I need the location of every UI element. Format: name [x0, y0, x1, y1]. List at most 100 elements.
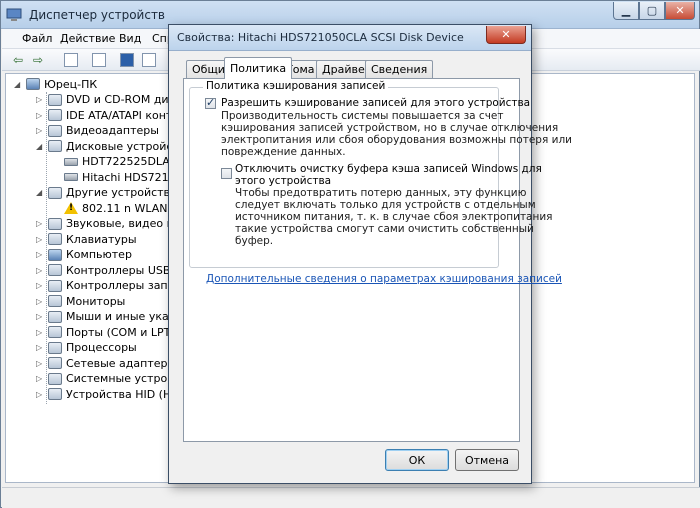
expand-arrow-icon[interactable]: ◢ — [36, 142, 46, 151]
tree-item-label: Юрец-ПК — [44, 77, 98, 91]
tree-item-label: Контроллеры USB — [66, 263, 171, 277]
tree-item[interactable]: ◢ Другие устройства — [36, 185, 177, 201]
tree-item[interactable]: ▷ Мониторы — [36, 293, 125, 309]
expand-arrow-icon[interactable]: ▷ — [36, 359, 46, 368]
usb-icon — [48, 264, 62, 276]
expand-arrow-icon[interactable]: ▷ — [36, 374, 46, 383]
tree-item[interactable]: ▷ Порты (COM и LPT) — [36, 324, 175, 340]
expand-arrow-icon[interactable]: ▷ — [36, 390, 46, 399]
disk-drive-icon — [48, 140, 62, 152]
other-devices-icon — [48, 186, 62, 199]
back-arrow-icon[interactable]: ⇦ — [10, 52, 26, 68]
minimize-button[interactable]: ▁ — [613, 2, 639, 20]
tree-item[interactable]: ▷ Контроллеры запоми — [36, 278, 190, 294]
keyboard-icon — [48, 233, 62, 245]
properties-icon[interactable] — [64, 53, 78, 67]
display-adapter-icon — [48, 124, 62, 137]
expand-arrow-icon[interactable]: ◢ — [36, 188, 46, 197]
disable-buffer-flush-label[interactable]: Отключить очистку буфера кэша записей Wi… — [235, 164, 542, 175]
menu-view[interactable]: Вид — [119, 32, 141, 45]
forward-arrow-icon[interactable]: ⇨ — [30, 52, 46, 68]
tree-item[interactable]: ▷ Процессоры — [36, 340, 137, 356]
cancel-button[interactable]: Отмена — [455, 449, 519, 471]
tab-policy[interactable]: Политика — [224, 57, 293, 79]
tree-item[interactable]: ▷ Контроллеры USB — [36, 262, 170, 278]
maximize-button[interactable]: ▢ — [639, 2, 665, 20]
dialog-title: Свойства: Hitachi HDS721050CLA SCSI Disk… — [177, 31, 464, 44]
expand-arrow-icon[interactable]: ▷ — [36, 111, 46, 120]
enable-write-cache-label[interactable]: Разрешить кэширование записей для этого … — [221, 98, 530, 109]
tree-item-label: Другие устройства — [66, 186, 177, 199]
storage-controller-icon — [48, 279, 62, 292]
properties-dialog: Свойства: Hitachi HDS721050CLA SCSI Disk… — [168, 24, 572, 484]
dialog-title-bar[interactable]: Свойства: Hitachi HDS721050CLA SCSI Disk… — [169, 25, 531, 51]
expand-arrow-icon[interactable]: ▷ — [36, 126, 46, 135]
expand-arrow-icon[interactable]: ▷ — [36, 250, 46, 259]
option2-desc-line: такие устройства смогут сами очистить со… — [235, 223, 534, 235]
dvd-icon — [48, 93, 62, 106]
close-icon: ✕ — [501, 28, 511, 41]
expand-arrow-icon[interactable]: ▷ — [36, 328, 46, 337]
option1-desc-line: Производительность системы повышается за… — [221, 110, 504, 122]
tree-scrollbar[interactable] — [683, 73, 695, 483]
tab-details[interactable]: Сведения — [365, 60, 434, 78]
tree-item[interactable]: ▷ IDE ATA/ATAPI контр — [36, 107, 179, 123]
dialog-tabs: Общие Политика Тома Драйвер Сведения — [184, 57, 524, 79]
close-button[interactable]: ✕ — [665, 2, 695, 20]
dialog-close-button[interactable]: ✕ — [486, 26, 526, 44]
ok-button[interactable]: ОК — [385, 449, 449, 471]
expand-arrow-icon[interactable]: ▷ — [36, 297, 46, 306]
tree-item[interactable]: ◢ Юрец-ПК — [14, 76, 97, 92]
close-icon: ✕ — [675, 4, 685, 17]
disable-buffer-flush-label-line2[interactable]: этого устройства — [235, 176, 331, 187]
processor-icon — [48, 341, 62, 354]
update-driver-icon[interactable] — [92, 53, 106, 67]
main-window-title: Диспетчер устройств — [29, 8, 166, 22]
option2-desc-line: следует включать только для устройств с … — [235, 199, 536, 211]
expand-arrow-icon[interactable]: ▷ — [36, 281, 46, 290]
tree-item-label: IDE ATA/ATAPI контр — [66, 108, 180, 122]
enable-write-cache-checkbox[interactable] — [205, 96, 216, 109]
sound-icon — [48, 217, 62, 230]
tree-item[interactable]: ▷ Системные устройст — [36, 371, 187, 387]
monitor-icon — [48, 295, 62, 307]
tree-item-label: Порты (COM и LPT) — [66, 325, 175, 339]
tree-item[interactable]: ▷ Сетевые адаптеры — [36, 355, 176, 371]
hard-drive-icon — [64, 157, 78, 166]
tree-item-label: Мыши и иные указы — [66, 310, 184, 323]
tree-item-label: Мониторы — [66, 294, 126, 308]
network-adapter-icon — [48, 357, 62, 369]
ide-controller-icon — [48, 109, 62, 121]
system-devices-icon — [48, 372, 62, 385]
tree-item-label: Клавиатуры — [66, 232, 137, 246]
port-icon — [48, 326, 62, 338]
expand-arrow-icon[interactable]: ▷ — [36, 235, 46, 244]
tree-item[interactable]: 802.11 n WLAN — [52, 200, 167, 216]
option2-desc-line: Чтобы предотвратить потерю данных, эту ф… — [235, 187, 527, 199]
disable-buffer-flush-checkbox[interactable] — [221, 168, 232, 179]
expand-arrow-icon[interactable]: ▷ — [36, 219, 46, 228]
tree-item[interactable]: ▷ Устройства HID (Hum — [36, 386, 189, 402]
option1-desc-line: кэширования записей устройством, но в сл… — [221, 122, 559, 134]
tree-item-label: Сетевые адаптеры — [66, 356, 177, 370]
scan-hardware-icon[interactable] — [142, 53, 156, 67]
menu-action[interactable]: Действие — [60, 32, 115, 45]
more-info-link[interactable]: Дополнительные сведения о параметрах кэш… — [206, 273, 562, 285]
expand-arrow-icon[interactable]: ▷ — [36, 343, 46, 352]
tree-item[interactable]: ▷ Мыши и иные указы — [36, 309, 183, 325]
tab-label: Сведения — [371, 63, 428, 76]
expand-arrow-icon[interactable]: ▷ — [36, 312, 46, 321]
expand-arrow-icon[interactable]: ◢ — [14, 80, 24, 89]
expand-arrow-icon[interactable]: ▷ — [36, 95, 46, 104]
tree-item-label: Процессоры — [66, 341, 137, 354]
tree-item[interactable]: ▷ Клавиатуры — [36, 231, 137, 247]
expand-arrow-icon[interactable]: ▷ — [36, 266, 46, 275]
option2-desc-line: источником питания, т. к. в случае сбоя … — [235, 211, 553, 223]
tree-item[interactable]: ▷ DVD и CD-ROM диско — [36, 92, 188, 108]
menu-file[interactable]: Файл — [22, 32, 52, 45]
tree-item[interactable]: ▷ Компьютер — [36, 247, 132, 263]
help-icon[interactable] — [120, 53, 134, 67]
tree-item[interactable]: ▷ Видеоадаптеры — [36, 123, 159, 139]
device-manager-icon — [6, 8, 22, 21]
group-title: Политика кэширования записей — [203, 80, 389, 92]
